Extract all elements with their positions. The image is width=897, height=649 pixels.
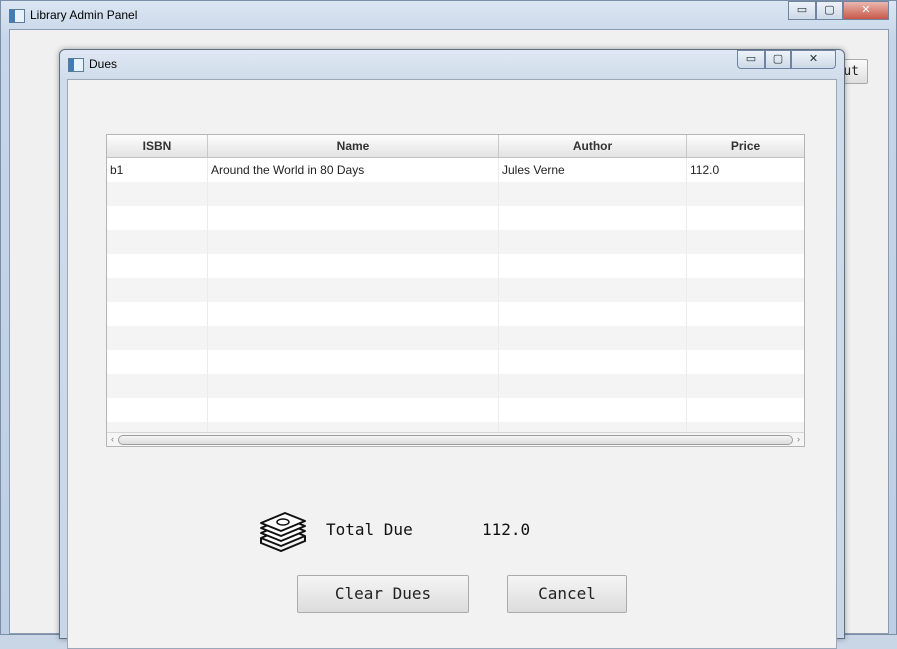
minimize-button[interactable]: ▭ xyxy=(788,1,816,20)
column-header-price[interactable]: Price xyxy=(687,135,804,157)
dues-window-title: Dues xyxy=(89,57,118,71)
empty-cell xyxy=(107,254,208,278)
empty-cell xyxy=(687,326,804,350)
dues-window-icon xyxy=(68,58,84,72)
empty-cell xyxy=(499,206,687,230)
scroll-right-icon[interactable]: › xyxy=(793,433,804,446)
empty-cell xyxy=(208,206,499,230)
empty-cell xyxy=(499,230,687,254)
empty-cell xyxy=(687,206,804,230)
empty-cell xyxy=(107,230,208,254)
dues-dialog: Dues ▭ ▢ ✕ ISBN Name Author Price b1 Aro… xyxy=(59,49,845,649)
empty-table-row xyxy=(107,278,804,302)
dues-maximize-button[interactable]: ▢ xyxy=(765,50,791,69)
main-titlebar[interactable]: Library Admin Panel ▭ ▢ ✕ xyxy=(1,1,896,29)
scroll-left-icon[interactable]: ‹ xyxy=(107,433,118,446)
empty-table-row xyxy=(107,350,804,374)
empty-cell xyxy=(687,302,804,326)
empty-table-row xyxy=(107,206,804,230)
empty-cell xyxy=(687,374,804,398)
empty-cell xyxy=(208,254,499,278)
empty-cell xyxy=(687,230,804,254)
empty-cell xyxy=(107,374,208,398)
empty-cell xyxy=(208,182,499,206)
maximize-button[interactable]: ▢ xyxy=(816,1,843,20)
empty-cell xyxy=(499,374,687,398)
empty-cell xyxy=(499,326,687,350)
column-header-name[interactable]: Name xyxy=(208,135,499,157)
empty-table-row xyxy=(107,182,804,206)
empty-table-row xyxy=(107,374,804,398)
total-due-label: Total Due xyxy=(326,520,413,539)
close-button[interactable]: ✕ xyxy=(843,1,889,20)
table-row[interactable]: b1 Around the World in 80 Days Jules Ver… xyxy=(107,158,804,182)
empty-cell xyxy=(208,374,499,398)
empty-cell xyxy=(107,398,208,422)
cell-author: Jules Verne xyxy=(499,158,687,182)
empty-table-row xyxy=(107,254,804,278)
empty-cell xyxy=(208,302,499,326)
dues-close-button[interactable]: ✕ xyxy=(791,50,836,69)
horizontal-scrollbar[interactable]: ‹ › xyxy=(107,432,804,446)
empty-table-row xyxy=(107,302,804,326)
empty-cell xyxy=(208,278,499,302)
empty-cell xyxy=(687,182,804,206)
empty-cell xyxy=(107,182,208,206)
empty-cell xyxy=(687,398,804,422)
main-window-title: Library Admin Panel xyxy=(30,8,138,22)
scrollbar-thumb[interactable] xyxy=(118,435,793,445)
empty-cell xyxy=(107,302,208,326)
table-header: ISBN Name Author Price xyxy=(107,135,804,158)
dues-table[interactable]: ISBN Name Author Price b1 Around the Wor… xyxy=(106,134,805,447)
empty-cell xyxy=(499,350,687,374)
empty-cell xyxy=(687,278,804,302)
empty-table-row xyxy=(107,326,804,350)
cell-isbn: b1 xyxy=(107,158,208,182)
cell-price: 112.0 xyxy=(690,163,720,177)
empty-cell xyxy=(499,182,687,206)
table-body: b1 Around the World in 80 Days Jules Ver… xyxy=(107,158,804,446)
column-header-isbn[interactable]: ISBN xyxy=(107,135,208,157)
dues-minimize-button[interactable]: ▭ xyxy=(737,50,765,69)
cell-name: Around the World in 80 Days xyxy=(208,158,499,182)
app-window-icon xyxy=(9,9,25,23)
empty-cell xyxy=(208,326,499,350)
empty-cell xyxy=(107,278,208,302)
dues-content-area: ISBN Name Author Price b1 Around the Wor… xyxy=(67,79,837,649)
total-due-value: 112.0 xyxy=(482,520,531,539)
empty-table-row xyxy=(107,398,804,422)
cancel-button[interactable]: Cancel xyxy=(507,575,627,613)
column-header-author[interactable]: Author xyxy=(499,135,687,157)
cash-stack-icon xyxy=(260,512,306,552)
empty-cell xyxy=(107,350,208,374)
empty-cell xyxy=(208,230,499,254)
clear-dues-button[interactable]: Clear Dues xyxy=(297,575,469,613)
empty-cell xyxy=(499,254,687,278)
empty-cell xyxy=(107,206,208,230)
empty-cell xyxy=(208,398,499,422)
empty-cell xyxy=(107,326,208,350)
empty-cell xyxy=(687,350,804,374)
empty-cell xyxy=(208,350,499,374)
empty-cell xyxy=(499,398,687,422)
empty-cell xyxy=(499,278,687,302)
empty-cell xyxy=(687,254,804,278)
empty-table-row xyxy=(107,230,804,254)
empty-cell xyxy=(499,302,687,326)
